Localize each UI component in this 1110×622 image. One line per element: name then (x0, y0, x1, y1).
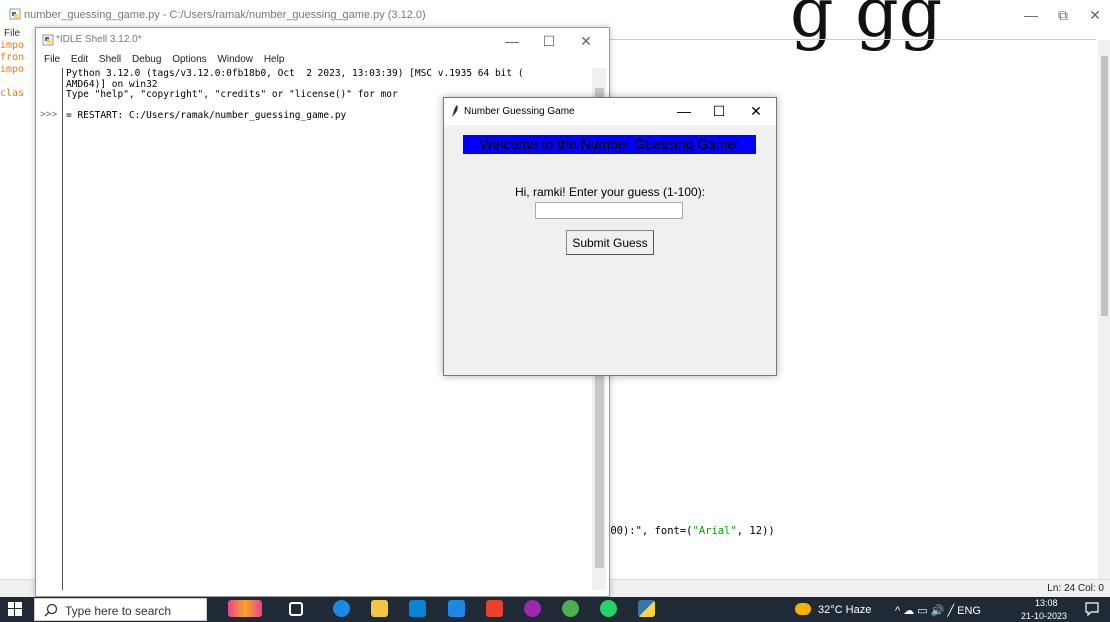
shell-maximize-button[interactable]: ☐ (538, 32, 560, 50)
welcome-banner: Welcome to the Number Guessing Game! (463, 135, 756, 154)
code-line: impo (0, 64, 25, 75)
editor-restore-button[interactable]: ⧉ (1052, 6, 1074, 24)
game-window-title: Number Guessing Game (464, 106, 575, 117)
task-view-icon[interactable] (289, 602, 303, 616)
shell-close-button[interactable]: ✕ (575, 32, 597, 50)
guess-prompt-label: Hi, ramki! Enter your guess (1-100): (514, 185, 706, 199)
system-tray-icons[interactable]: ^ ☁ ▭ 🔊 ╱ ENG (895, 604, 981, 617)
editor-window-title: number_guessing_game.py - C:/Users/ramak… (24, 9, 426, 21)
editor-scroll-thumb[interactable] (1101, 56, 1108, 316)
weather-icon (795, 603, 811, 615)
edge-browser-icon[interactable] (333, 600, 350, 617)
shell-menu-edit[interactable]: Edit (71, 54, 88, 65)
shell-line: Python 3.12.0 (tags/v3.12.0:0fb18b0, Oct… (66, 68, 524, 79)
search-placeholder: Type here to search (65, 604, 172, 618)
mail-icon[interactable] (448, 600, 465, 617)
code-line-fragment: 100):", font=("Arial", 12)) (604, 525, 775, 537)
chrome-icon[interactable] (562, 600, 579, 617)
game-window: Number Guessing Game — ☐ ✕ Welcome to th… (443, 97, 777, 376)
paint-app-icon[interactable] (228, 600, 262, 617)
search-icon (44, 603, 58, 617)
game-maximize-button[interactable]: ☐ (705, 102, 733, 120)
editor-code-area[interactable]: impo fron impo clas (0, 40, 36, 580)
store-icon[interactable] (409, 600, 426, 617)
shell-menu-file[interactable]: File (44, 54, 60, 65)
code-line: clas (0, 88, 25, 99)
python-icon[interactable] (638, 600, 655, 617)
xampp-icon[interactable] (486, 600, 503, 617)
tk-feather-icon (452, 105, 458, 117)
weather-text[interactable]: 32°C Haze (818, 604, 871, 616)
shell-prompt-gutter (36, 68, 63, 590)
shell-minimize-button[interactable]: — (501, 32, 523, 50)
python-idle-icon (42, 34, 54, 46)
shell-menu-debug[interactable]: Debug (132, 54, 161, 65)
taskbar-clock-date[interactable]: 21-10-2023 (1021, 611, 1067, 621)
cursor-position: Ln: 24 Col: 0 (1047, 583, 1104, 594)
shell-menu-window[interactable]: Window (217, 54, 253, 65)
code-fragment-text: 100):", font=( (604, 525, 693, 537)
shell-window-title: *IDLE Shell 3.12.0* (56, 34, 142, 45)
shell-menu-options[interactable]: Options (172, 54, 206, 65)
background-heading: g gg (790, 0, 943, 53)
code-fragment-end: , 12)) (736, 525, 775, 537)
game-minimize-button[interactable]: — (670, 102, 698, 120)
code-fragment-string: "Arial" (692, 525, 737, 537)
editor-close-button[interactable]: ✕ (1084, 6, 1106, 24)
code-line: impo (0, 40, 25, 51)
python-file-icon (9, 8, 21, 20)
code-line: fron (0, 52, 25, 63)
game-close-button[interactable]: ✕ (742, 102, 770, 120)
shell-menu-help[interactable]: Help (264, 54, 285, 65)
app-w-icon[interactable] (524, 600, 541, 617)
editor-minimize-button[interactable]: — (1020, 6, 1042, 24)
submit-guess-button[interactable]: Submit Guess (566, 230, 654, 255)
notification-icon[interactable] (1085, 602, 1099, 616)
whatsapp-icon[interactable] (600, 600, 617, 617)
taskbar-clock-time[interactable]: 13:08 (1035, 598, 1058, 608)
guess-input[interactable] (535, 202, 683, 219)
windows-start-icon[interactable] (8, 602, 22, 616)
shell-menubar: File Edit Shell Debug Options Window Hel… (44, 54, 292, 65)
shell-menu-shell[interactable]: Shell (99, 54, 121, 65)
file-explorer-icon[interactable] (371, 600, 388, 617)
shell-prompt: >>> (40, 109, 58, 120)
